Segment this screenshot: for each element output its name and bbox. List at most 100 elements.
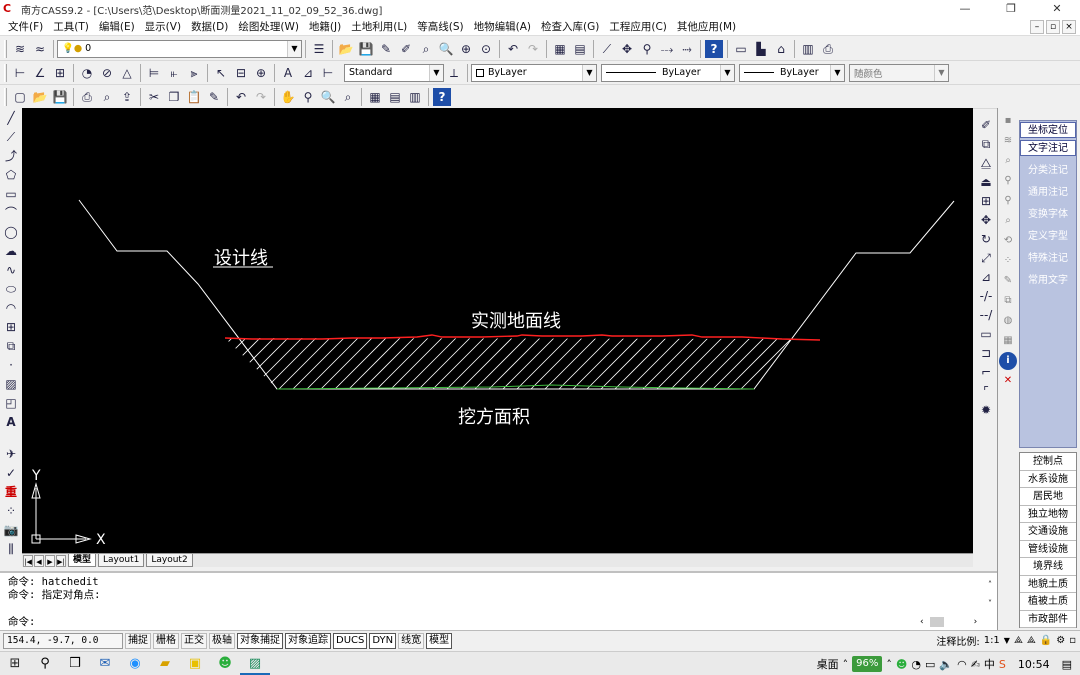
match-properties-icon[interactable]: ✎ xyxy=(205,88,223,106)
layer-manager-icon[interactable]: ≋ xyxy=(11,40,29,58)
snap-icon[interactable]: ⁘ xyxy=(999,252,1017,270)
list-item-municipal[interactable]: 市政部件 xyxy=(1020,611,1076,628)
redo-icon[interactable]: ↷ xyxy=(252,88,270,106)
center-mark-icon[interactable]: ⊕ xyxy=(252,64,270,82)
construction-line-icon[interactable]: ⟋ xyxy=(2,128,20,146)
annotation-visibility-icon[interactable]: ⟁ xyxy=(1014,635,1023,646)
hatch-icon[interactable]: ▦ xyxy=(551,40,569,58)
trim-icon[interactable]: -/- xyxy=(977,287,995,305)
diameter-icon[interactable]: ⊘ xyxy=(98,64,116,82)
dim-update-icon[interactable]: ⊢ xyxy=(319,64,337,82)
list-item-vegetation[interactable]: 植被土质 xyxy=(1020,593,1076,611)
save-icon[interactable]: 💾 xyxy=(357,40,375,58)
scroll-thumb[interactable] xyxy=(929,617,944,627)
design-center-icon[interactable]: ▤ xyxy=(386,88,404,106)
zoom-realtime-icon[interactable]: ⚲ xyxy=(299,88,317,106)
minimize-button[interactable]: — xyxy=(942,0,988,18)
desktop-label[interactable]: 桌面 xyxy=(817,656,839,672)
globe-icon[interactable]: ◍ xyxy=(999,312,1017,330)
break-line-icon[interactable]: ⤑ xyxy=(678,40,696,58)
toolbar-grip[interactable] xyxy=(4,87,7,106)
wechat-tray-icon[interactable]: ☻ xyxy=(896,658,907,671)
list-item-residential[interactable]: 居民地 xyxy=(1020,488,1076,506)
help-icon[interactable]: ? xyxy=(433,87,451,106)
menu-land-use[interactable]: 土地利用(L) xyxy=(346,18,412,36)
polyline-icon[interactable]: ⤴ xyxy=(2,147,20,165)
camera-icon[interactable]: 📷 xyxy=(2,521,20,539)
move-icon[interactable]: ✥ xyxy=(618,40,636,58)
workspace-icon[interactable]: ⚙ xyxy=(1056,635,1065,646)
volume-icon[interactable]: 🔈 xyxy=(939,658,953,671)
search-icon[interactable]: ⌕ xyxy=(999,152,1017,170)
delete-icon[interactable]: ✕ xyxy=(999,372,1017,390)
house-icon[interactable]: ⌂ xyxy=(772,40,790,58)
search-icon[interactable]: ⚲ xyxy=(30,653,60,675)
table-icon[interactable]: ▦ xyxy=(999,332,1017,350)
grid-icon[interactable]: ▤ xyxy=(571,40,589,58)
chevron-down-icon[interactable]: ▼ xyxy=(429,64,443,81)
point-icon[interactable]: · xyxy=(2,356,20,374)
open-icon[interactable]: 📂 xyxy=(337,40,355,58)
menu-category-annotation[interactable]: 分类注记 xyxy=(1020,163,1076,179)
next-tab-icon[interactable]: ▶ xyxy=(45,554,55,567)
plotstyle-combo[interactable]: 随颜色 ▼ xyxy=(849,63,949,82)
ime-icon[interactable]: 中 xyxy=(984,656,995,672)
save-icon[interactable]: 💾 xyxy=(51,88,69,106)
menu-other[interactable]: 其他应用(M) xyxy=(672,18,741,36)
redo-icon[interactable]: ↷ xyxy=(524,40,542,58)
pencil-icon[interactable]: ✎ xyxy=(377,40,395,58)
mail-icon[interactable]: ✉ xyxy=(90,653,120,675)
mtext-icon[interactable]: A xyxy=(2,413,20,431)
toggle-polar[interactable]: 极轴 xyxy=(209,633,235,649)
array-icon[interactable]: ⊞ xyxy=(977,192,995,210)
pen-icon[interactable]: ✍ xyxy=(971,658,980,671)
first-tab-icon[interactable]: |◀ xyxy=(23,554,33,567)
publish-icon[interactable]: ⇪ xyxy=(118,88,136,106)
tray-expand-icon[interactable]: ˄ xyxy=(843,658,849,671)
maximize-button[interactable]: ❐ xyxy=(988,0,1034,18)
baseline-dim-icon[interactable]: ⊨ xyxy=(145,64,163,82)
chevron-down-icon[interactable]: ▼ xyxy=(934,64,948,81)
doc-restore-button[interactable]: ▫ xyxy=(1046,20,1060,34)
multi-dim-icon[interactable]: ⫸ xyxy=(185,64,203,82)
text-edit-icon[interactable]: A xyxy=(279,64,297,82)
properties-palette-icon[interactable]: ▦ xyxy=(366,88,384,106)
menu-contour[interactable]: 等高线(S) xyxy=(412,18,468,36)
menu-special-annotation[interactable]: 特殊注记 xyxy=(1020,251,1076,267)
stamp-icon[interactable]: ⎙ xyxy=(819,40,837,58)
wechat-icon[interactable]: ☻ xyxy=(210,653,240,675)
toggle-grid[interactable]: 栅格 xyxy=(153,633,179,649)
zoom-in-icon[interactable]: 🔍 xyxy=(437,40,455,58)
edit-icon[interactable]: ✎ xyxy=(999,272,1017,290)
cut-icon[interactable]: ✂ xyxy=(145,88,163,106)
layers-icon[interactable]: ≋ xyxy=(999,132,1017,150)
properties-icon[interactable]: ☰ xyxy=(310,40,328,58)
move-icon[interactable]: ✥ xyxy=(977,211,995,229)
dim-edit-icon[interactable]: ⊿ xyxy=(299,64,317,82)
print-preview-icon[interactable]: ⌕ xyxy=(98,88,116,106)
doc-close-button[interactable]: × xyxy=(1062,20,1076,34)
list-item-boundary[interactable]: 境界线 xyxy=(1020,558,1076,576)
zoom-window-icon[interactable]: ⌕ xyxy=(417,40,435,58)
style-manager-icon[interactable]: ⟂ xyxy=(445,64,463,82)
lineweight-combo[interactable]: ByLayer ▼ xyxy=(739,63,845,82)
coordinate-readout[interactable]: 154.4, -9.7, 0.0 xyxy=(3,633,123,649)
chevron-down-icon[interactable]: ▼ xyxy=(582,64,596,81)
toggle-model[interactable]: 模型 xyxy=(426,633,453,649)
menu-check-import[interactable]: 检查入库(G) xyxy=(536,18,604,36)
text-style-combo[interactable]: Standard ▼ xyxy=(344,63,444,82)
book-icon[interactable]: ▥ xyxy=(799,40,817,58)
pan-icon[interactable]: ⟲ xyxy=(999,232,1017,250)
check-icon[interactable]: ✓ xyxy=(2,464,20,482)
network-icon[interactable]: ◠ xyxy=(957,658,967,671)
zoom-realtime-icon[interactable]: ⊕ xyxy=(457,40,475,58)
toolbar-grip[interactable] xyxy=(4,39,7,58)
mirror-icon[interactable]: ⧋ xyxy=(977,154,995,172)
explode-icon[interactable]: ✹ xyxy=(977,401,995,419)
survey-tool-icon[interactable]: ✈ xyxy=(2,445,20,463)
leader-icon[interactable]: ↖ xyxy=(212,64,230,82)
chevron-up-icon[interactable]: ˄ xyxy=(886,658,892,671)
file-explorer-icon[interactable]: ▰ xyxy=(150,653,180,675)
polygon-icon[interactable]: ⬠ xyxy=(2,166,20,184)
chevron-down-icon[interactable]: ▼ xyxy=(287,40,301,57)
